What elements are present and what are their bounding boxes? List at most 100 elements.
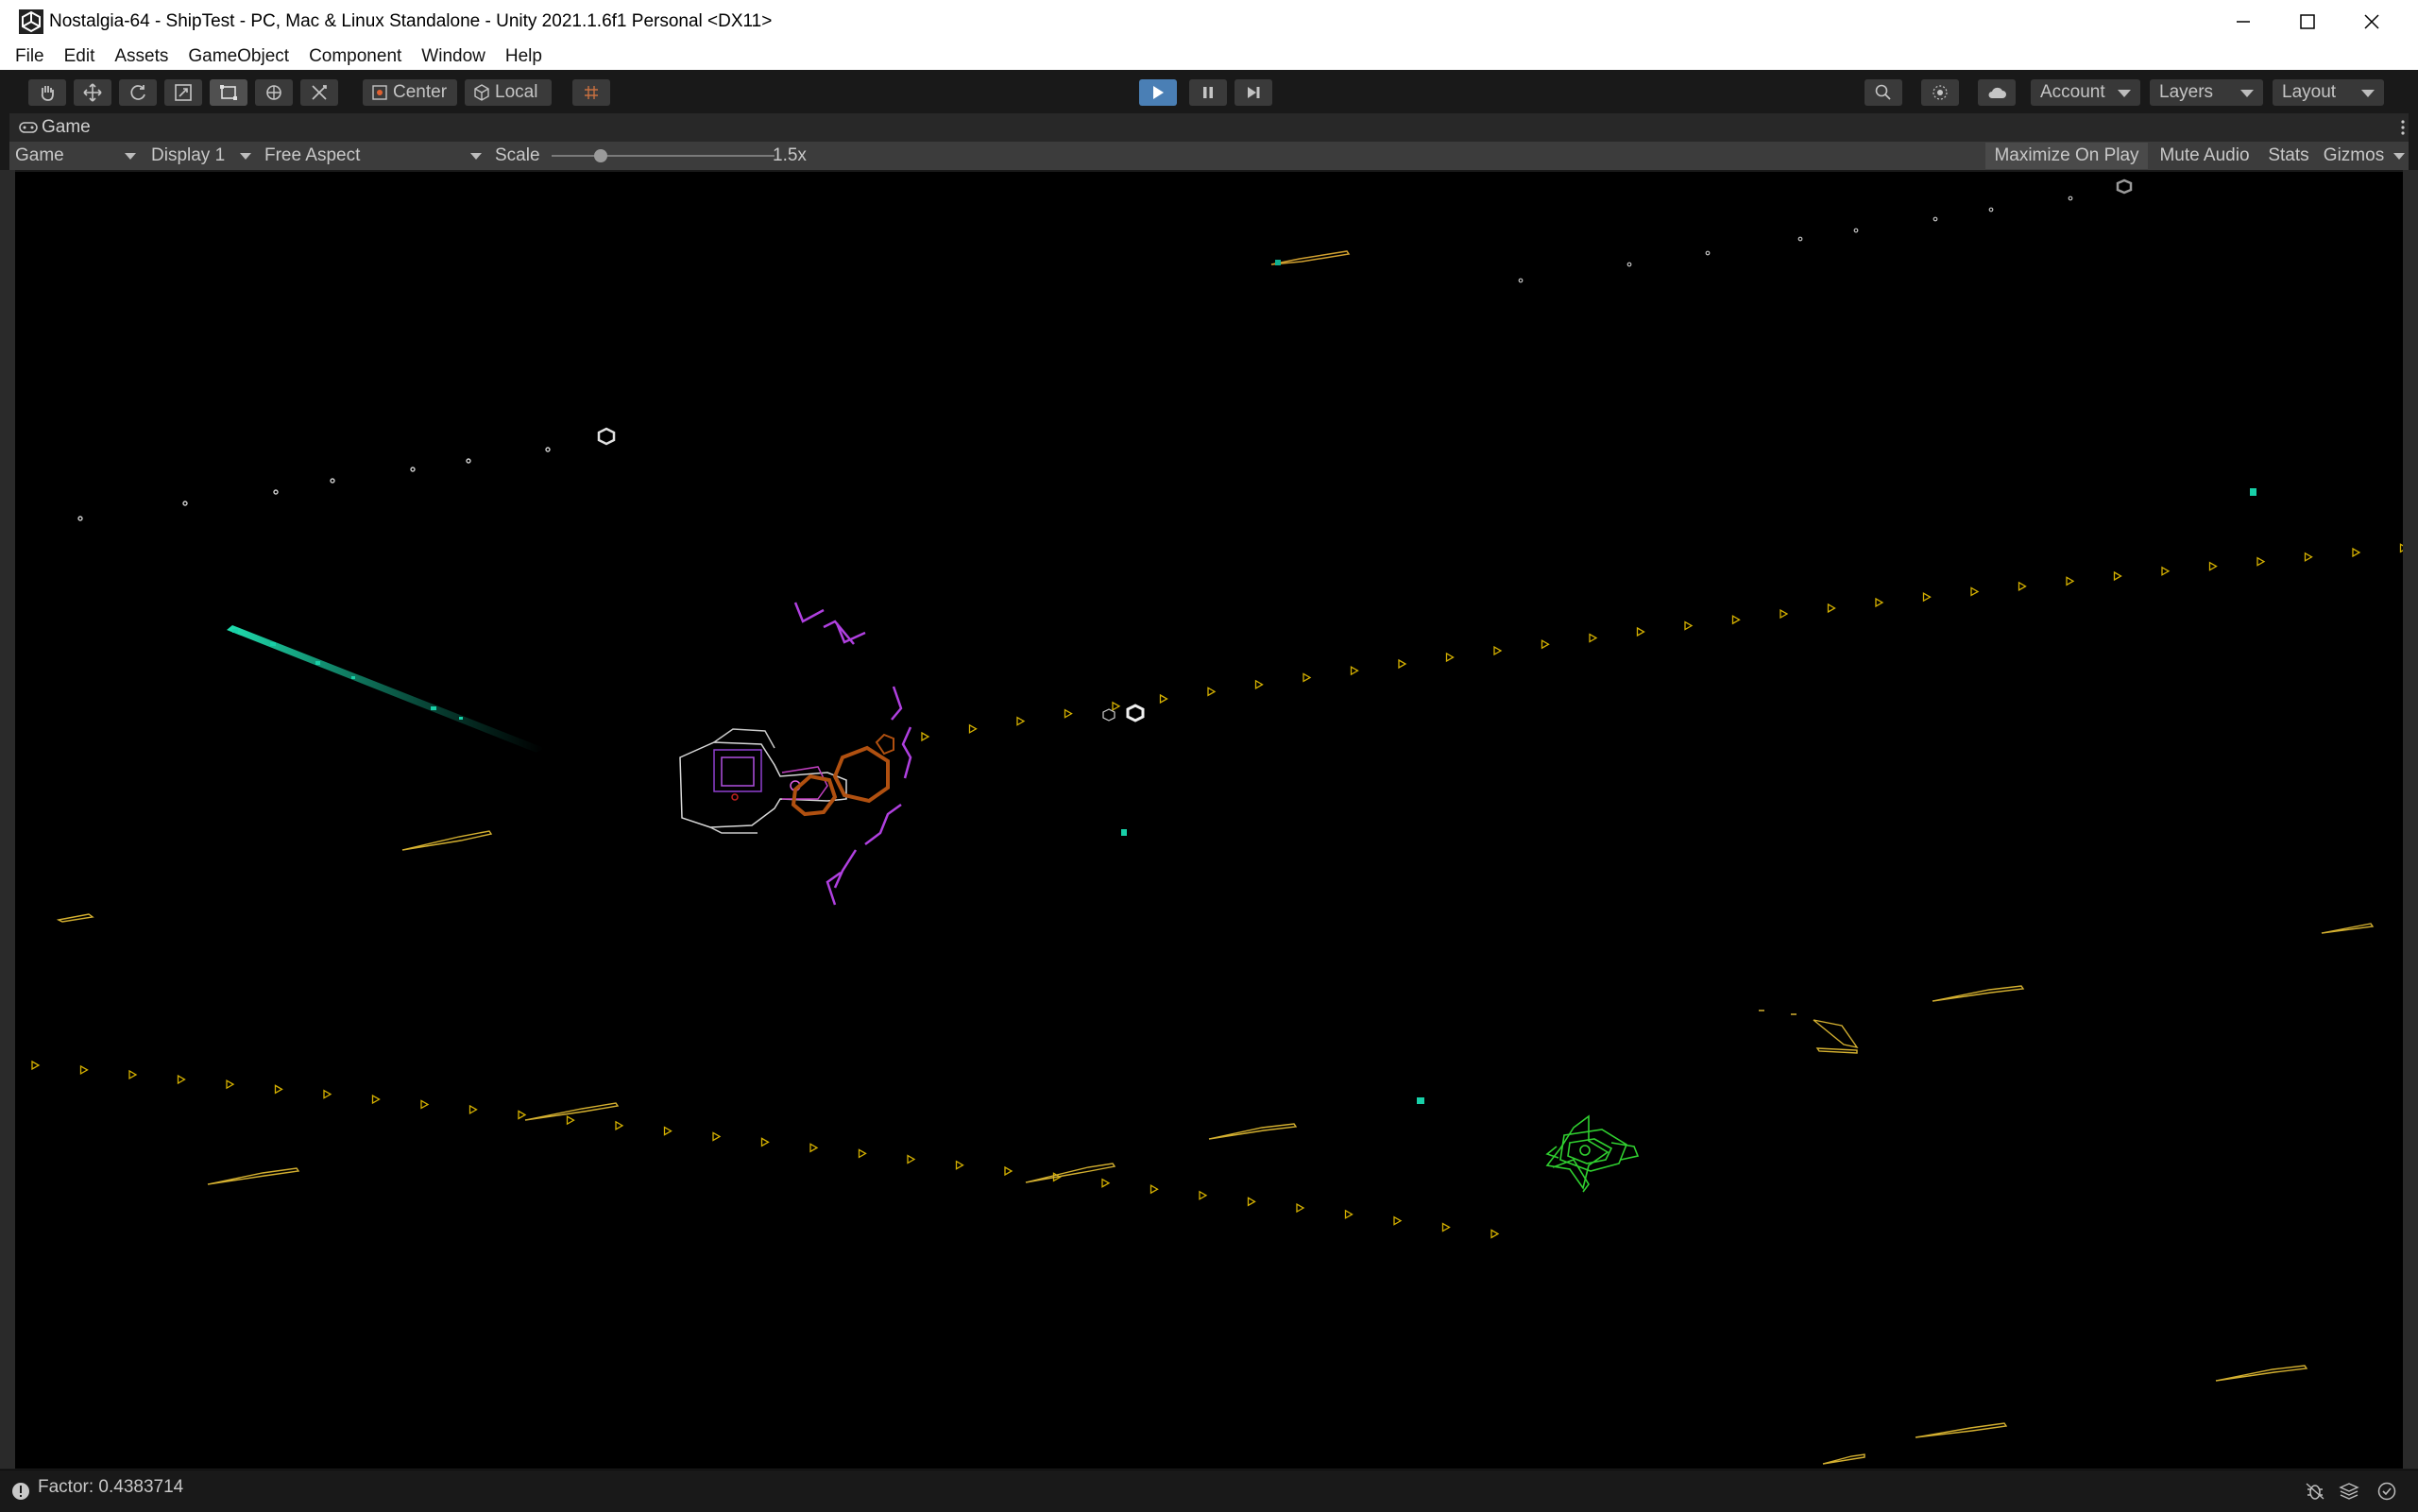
collab-button[interactable]: [1921, 79, 1959, 106]
enemy-ship: [1545, 1114, 1640, 1193]
left-dock-edge: [0, 170, 15, 1469]
scale-value-text: 1.5x: [773, 145, 807, 165]
account-dropdown[interactable]: Account: [2031, 79, 2140, 106]
bullet-icon: [2066, 576, 2075, 586]
mute-audio-toggle[interactable]: Mute Audio: [2152, 143, 2257, 169]
cyan-pickup: [1417, 1097, 1424, 1104]
layers-stack-icon[interactable]: [2339, 1482, 2359, 1501]
game-viewport[interactable]: [15, 172, 2409, 1469]
step-button[interactable]: [1235, 79, 1272, 106]
bullet-icon: [2113, 570, 2122, 582]
gizmos-chevron-down-icon[interactable]: [2393, 153, 2405, 160]
search-button[interactable]: [1865, 79, 1902, 106]
menu-gameobject[interactable]: GameObject: [188, 46, 289, 67]
view-select-value: Game: [15, 145, 64, 165]
kebab-menu-icon[interactable]: [2399, 119, 2407, 136]
bullet-icon: [420, 1099, 430, 1110]
view-select[interactable]: Game: [15, 142, 142, 170]
menu-assets[interactable]: Assets: [114, 46, 168, 67]
hand-tool-button[interactable]: [28, 79, 66, 106]
rect-tool-icon: [220, 85, 237, 100]
main-toolbar: Center Local Account Layers Layout: [0, 70, 2418, 113]
bullet-icon: [2352, 547, 2361, 558]
game-scene: [31, 178, 2409, 1465]
bullet-icon: [518, 1110, 527, 1120]
right-dock-edge: [2403, 170, 2418, 1469]
checkmark-circle-icon[interactable]: [2376, 1481, 2397, 1502]
engine-glow: [875, 733, 894, 756]
stats-toggle[interactable]: Stats: [2261, 143, 2316, 169]
gizmos-toggle[interactable]: Gizmos: [2316, 143, 2392, 169]
layout-dropdown[interactable]: Layout: [2273, 79, 2384, 106]
bullet-icon: [968, 723, 978, 734]
aspect-select[interactable]: Free Aspect: [264, 142, 487, 170]
bullet-icon: [1112, 701, 1121, 711]
window-titlebar: Nostalgia-64 - ShipTest - PC, Mac & Linu…: [0, 0, 2418, 44]
scale-slider[interactable]: [552, 142, 775, 170]
scale-tool-button[interactable]: [164, 79, 202, 106]
layers-dropdown[interactable]: Layers: [2150, 79, 2263, 106]
play-button[interactable]: [1139, 79, 1177, 106]
layers-label: Layers: [2159, 82, 2214, 102]
menu-window[interactable]: Window: [421, 46, 485, 67]
hand-tool-icon: [41, 86, 54, 101]
scale-slider-thumb[interactable]: [593, 149, 607, 162]
cyan-spark: [1275, 260, 1281, 265]
mine-icon: [1102, 708, 1115, 722]
display-select[interactable]: Display 1: [151, 142, 257, 170]
white-debris-trail-top: [1518, 195, 2073, 283]
unity-logo-icon: [19, 9, 43, 34]
menu-edit[interactable]: Edit: [64, 46, 95, 67]
bullet-icon: [907, 1154, 916, 1164]
bullet-icon: [1490, 1229, 1500, 1239]
maximize-icon: [2300, 14, 2315, 29]
maximize-button[interactable]: [2274, 0, 2341, 43]
minimize-button[interactable]: [2210, 0, 2276, 43]
tab-game[interactable]: Game: [42, 117, 91, 138]
search-icon: [1875, 84, 1891, 100]
pause-icon: [1203, 87, 1213, 98]
debug-bug-icon[interactable]: [2305, 1482, 2325, 1501]
bullet-icon: [1393, 1215, 1403, 1226]
move-tool-button[interactable]: [74, 79, 111, 106]
transform-tool-button[interactable]: [255, 79, 293, 106]
minimize-icon: [2237, 21, 2250, 23]
pivot-mode-button[interactable]: Center: [363, 79, 457, 106]
bullet-icon: [1101, 1178, 1111, 1188]
display-select-value: Display 1: [151, 145, 226, 165]
pivot-space-label: Local: [495, 82, 538, 102]
maximize-on-play-label: Maximize On Play: [1994, 145, 2139, 165]
close-window-button[interactable]: [2339, 0, 2405, 43]
engine-glow: [832, 745, 890, 804]
custom-tool-button[interactable]: [300, 79, 338, 106]
bullet-icon: [2208, 561, 2218, 571]
menu-bar: File Edit Assets GameObject Component Wi…: [0, 43, 2418, 70]
menu-component[interactable]: Component: [309, 46, 401, 67]
bullet-icon: [1149, 1184, 1159, 1195]
bullet-icon: [1731, 615, 1741, 625]
collab-icon: [1933, 85, 1948, 100]
move-tool-icon: [83, 83, 102, 102]
bullet-icon: [1016, 716, 1026, 726]
pivot-space-button[interactable]: Local: [465, 79, 552, 106]
maximize-on-play-toggle[interactable]: Maximize On Play: [1985, 143, 2148, 169]
bullet-icon: [128, 1069, 138, 1080]
bullet-icon: [2304, 552, 2313, 562]
gizmos-label: Gizmos: [2323, 145, 2385, 165]
cloud-button[interactable]: [1978, 79, 2016, 106]
pause-button[interactable]: [1189, 79, 1227, 106]
bullet-icon: [1064, 708, 1073, 719]
bullet-icon: [274, 1084, 283, 1095]
bullet-icon: [921, 731, 930, 742]
snap-grid-button[interactable]: [572, 79, 610, 106]
pivot-center-icon: [372, 85, 387, 100]
window-title: Nostalgia-64 - ShipTest - PC, Mac & Linu…: [49, 11, 773, 31]
rotate-tool-button[interactable]: [119, 79, 157, 106]
player-ship: [679, 728, 847, 834]
rect-tool-button[interactable]: [210, 79, 247, 106]
menu-help[interactable]: Help: [505, 46, 542, 67]
cyan-pickup: [2250, 488, 2256, 496]
menu-file[interactable]: File: [15, 46, 44, 67]
gamepad-icon: [19, 122, 38, 133]
status-bar: Factor: 0.4383714: [0, 1470, 2418, 1512]
